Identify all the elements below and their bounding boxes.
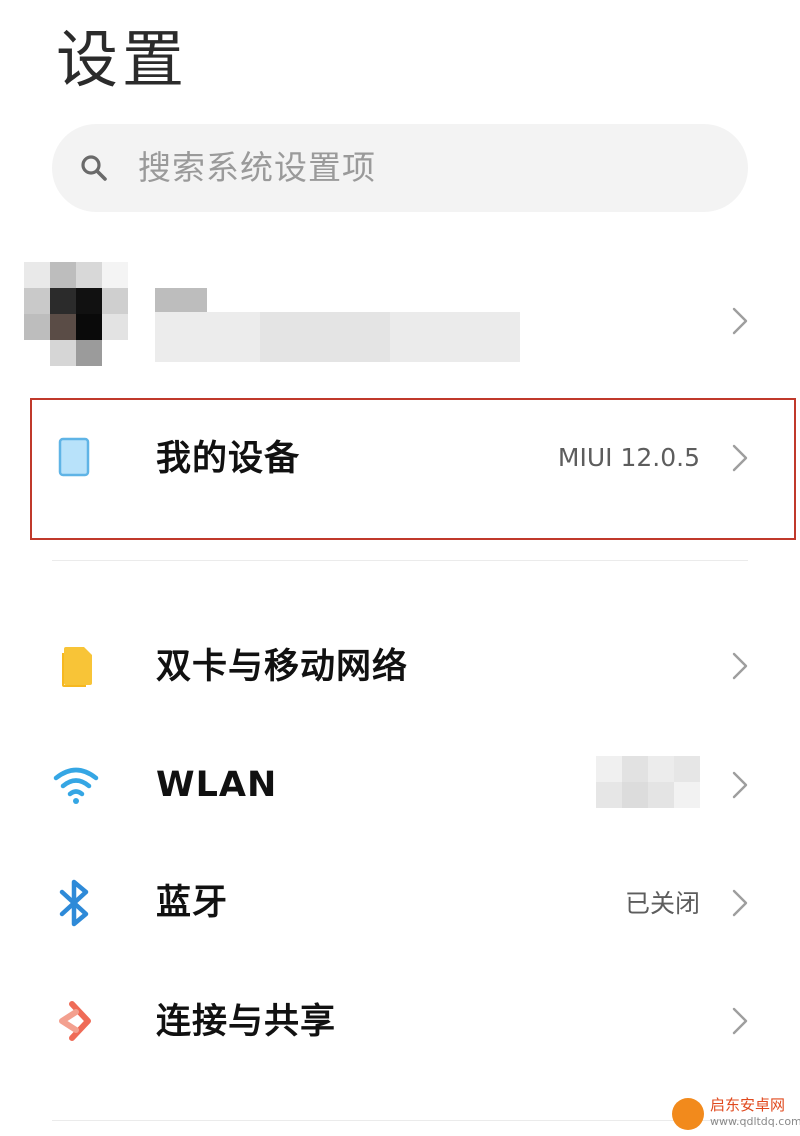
wlan-label: WLAN [156,765,278,805]
search-icon [81,155,107,181]
chevron-right-icon [732,652,748,680]
sim-network-label: 双卡与移动网络 [156,647,409,687]
watermark-text: 启东安卓网 [710,1096,786,1114]
search-placeholder: 搜索系统设置项 [138,148,376,187]
chevron-right-icon [732,444,748,472]
chevron-right-icon [732,1007,748,1035]
chevron-right-icon [732,889,748,917]
bluetooth-icon [59,879,89,927]
page-title: 设置 [56,23,189,96]
watermark-url: www.qdltdq.com [710,1115,800,1128]
connection-sharing-label: 连接与共享 [156,1002,337,1042]
sim-card-icon [60,647,92,687]
phone-icon [58,437,90,477]
wifi-icon [53,767,99,804]
section-divider [52,1120,748,1121]
watermark-logo-icon [672,1098,704,1130]
connection-sharing-row[interactable] [0,966,800,1076]
watermark: 启东安卓网 www.qdltdq.com [672,1096,800,1136]
avatar [24,262,130,368]
chevron-right-icon [732,771,748,799]
chevron-right-icon [732,307,748,335]
share-icon [59,1001,91,1041]
section-divider [52,560,748,561]
bluetooth-label: 蓝牙 [156,883,229,923]
wlan-network-obscured [596,756,700,808]
miui-version: MIUI 12.0.5 [557,443,700,472]
bluetooth-status: 已关闭 [624,889,700,918]
my-device-label: 我的设备 [156,439,301,479]
